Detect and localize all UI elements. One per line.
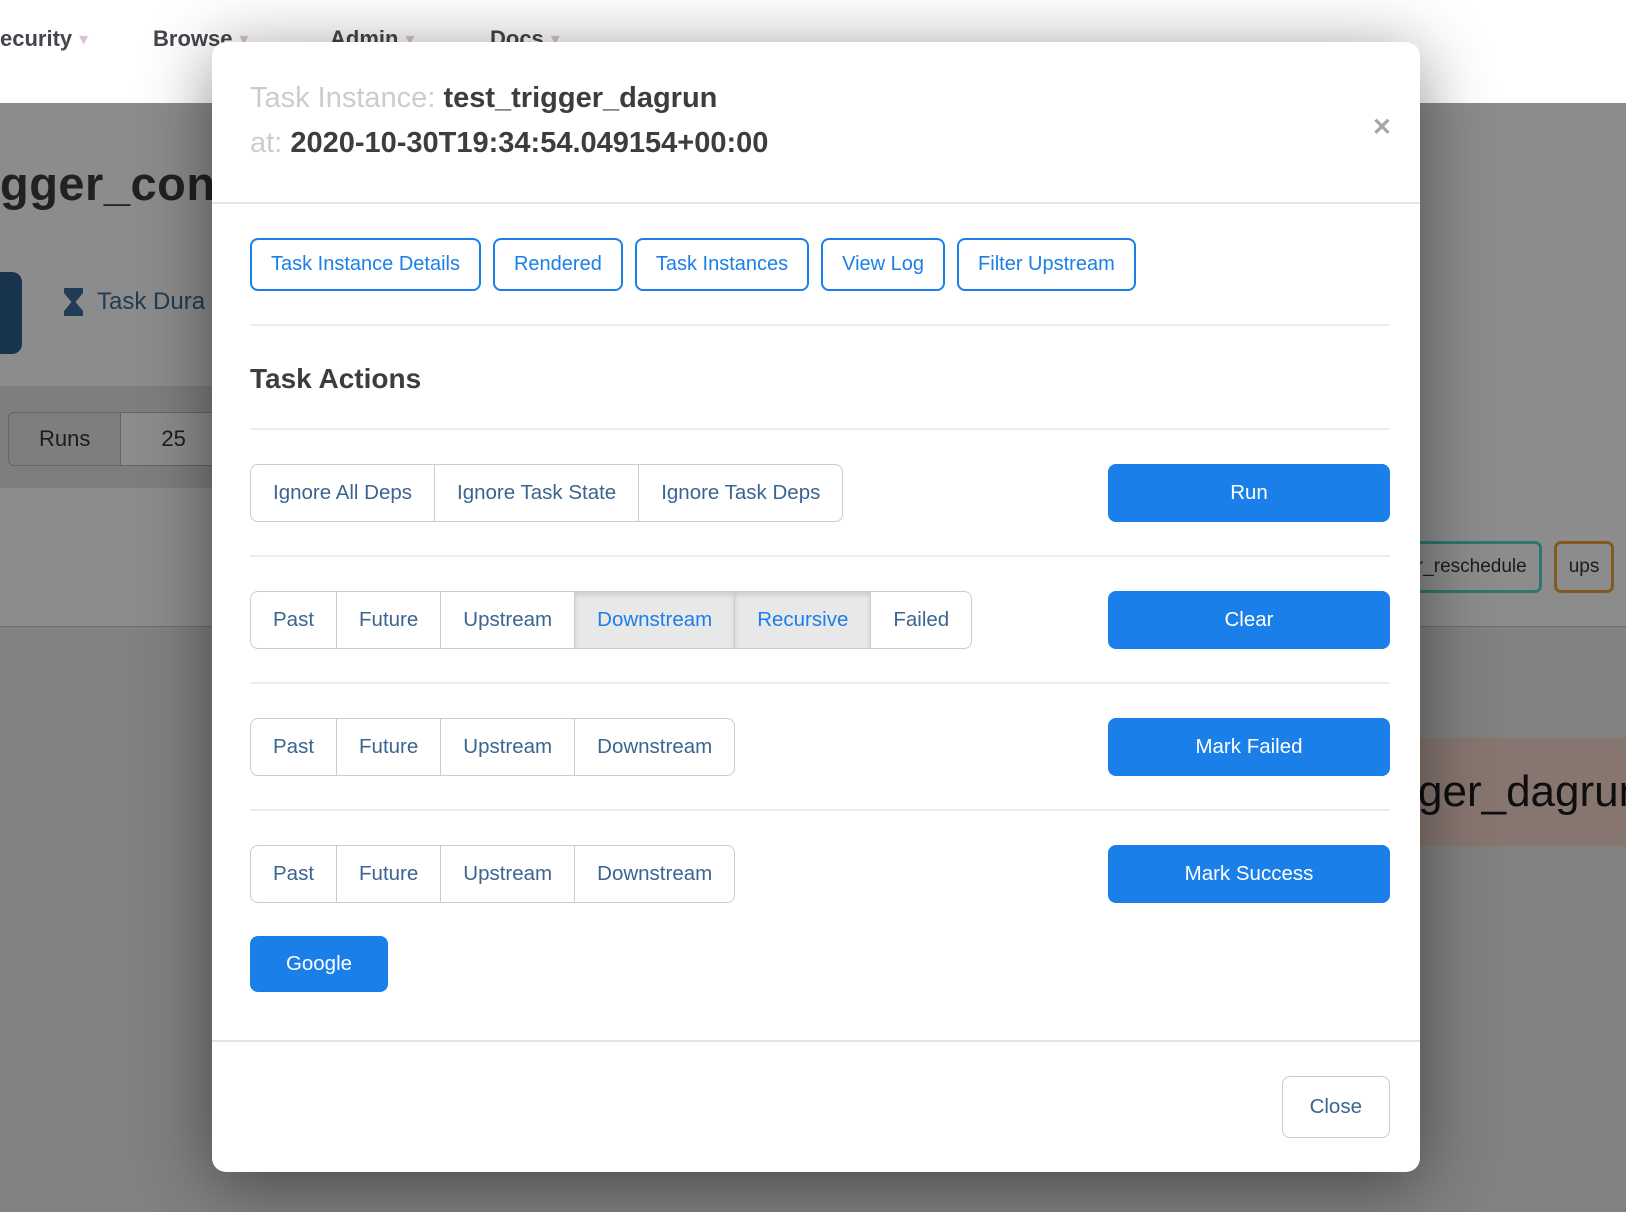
- option-downstream[interactable]: Downstream: [574, 718, 735, 776]
- screen: gger_cont Task Dura Runs 25 for_reschedu…: [0, 0, 1626, 1212]
- option-upstream[interactable]: Upstream: [440, 845, 575, 903]
- nav-item-label: ecurity: [0, 26, 72, 52]
- option-past[interactable]: Past: [250, 845, 337, 903]
- option-recursive[interactable]: Recursive: [734, 591, 871, 649]
- clear-button[interactable]: Clear: [1108, 591, 1390, 649]
- modal-title-prefix: Task Instance:: [250, 82, 435, 114]
- row-divider: [250, 555, 1390, 557]
- option-downstream[interactable]: Downstream: [574, 845, 735, 903]
- modal-title-line2: at: 2020-10-30T19:34:54.049154+00:00: [250, 121, 1382, 166]
- option-downstream[interactable]: Downstream: [574, 591, 735, 649]
- chevron-down-icon: ▾: [79, 29, 88, 50]
- task-instance-modal: Task Instance: test_trigger_dagrun at: 2…: [212, 42, 1420, 1172]
- header-divider: [212, 202, 1420, 204]
- modal-at-prefix: at:: [250, 127, 282, 159]
- option-button-group: PastFutureUpstreamDownstreamRecursiveFai…: [250, 591, 972, 649]
- nav-item-ecurity[interactable]: ecurity ▾: [0, 26, 88, 52]
- option-button-group: PastFutureUpstreamDownstream: [250, 718, 735, 776]
- action-row-run: Ignore All DepsIgnore Task StateIgnore T…: [250, 464, 1390, 522]
- option-button-group: Ignore All DepsIgnore Task StateIgnore T…: [250, 464, 843, 522]
- action-row-mark-failed: PastFutureUpstreamDownstream Mark Failed: [250, 718, 1390, 776]
- task-instances-button[interactable]: Task Instances: [635, 238, 809, 291]
- option-past[interactable]: Past: [250, 718, 337, 776]
- view-log-button[interactable]: View Log: [821, 238, 945, 291]
- modal-header: Task Instance: test_trigger_dagrun at: 2…: [212, 42, 1420, 166]
- detail-buttons-row: Task Instance DetailsRenderedTask Instan…: [250, 238, 1390, 291]
- modal-title-line1: Task Instance: test_trigger_dagrun: [250, 76, 1382, 121]
- row-divider: [250, 428, 1390, 430]
- google-button[interactable]: Google: [250, 936, 388, 992]
- mark-success-button[interactable]: Mark Success: [1108, 845, 1390, 903]
- option-upstream[interactable]: Upstream: [440, 591, 575, 649]
- option-future[interactable]: Future: [336, 845, 441, 903]
- action-row-mark-success: PastFutureUpstreamDownstream Mark Success: [250, 845, 1390, 903]
- option-button-group: PastFutureUpstreamDownstream: [250, 845, 735, 903]
- modal-body: Task Instance DetailsRenderedTask Instan…: [212, 238, 1420, 992]
- option-ignore-task-state[interactable]: Ignore Task State: [434, 464, 639, 522]
- close-button[interactable]: Close: [1282, 1076, 1390, 1138]
- mark-failed-button[interactable]: Mark Failed: [1108, 718, 1390, 776]
- task-actions-heading: Task Actions: [250, 363, 1390, 395]
- option-failed[interactable]: Failed: [870, 591, 972, 649]
- task-instance-details-button[interactable]: Task Instance Details: [250, 238, 481, 291]
- modal-footer: Close: [212, 1040, 1420, 1172]
- option-upstream[interactable]: Upstream: [440, 718, 575, 776]
- option-ignore-task-deps[interactable]: Ignore Task Deps: [638, 464, 843, 522]
- option-past[interactable]: Past: [250, 591, 337, 649]
- option-ignore-all-deps[interactable]: Ignore All Deps: [250, 464, 435, 522]
- option-future[interactable]: Future: [336, 591, 441, 649]
- filter-upstream-button[interactable]: Filter Upstream: [957, 238, 1136, 291]
- rendered-button[interactable]: Rendered: [493, 238, 623, 291]
- run-button[interactable]: Run: [1108, 464, 1390, 522]
- execution-timestamp: 2020-10-30T19:34:54.049154+00:00: [290, 127, 768, 159]
- action-row-clear: PastFutureUpstreamDownstreamRecursiveFai…: [250, 591, 1390, 649]
- option-future[interactable]: Future: [336, 718, 441, 776]
- row-divider: [250, 682, 1390, 684]
- row-divider: [250, 809, 1390, 811]
- action-rows: Ignore All DepsIgnore Task StateIgnore T…: [250, 428, 1390, 903]
- task-name: test_trigger_dagrun: [443, 82, 717, 114]
- section-divider: [250, 324, 1390, 326]
- close-icon[interactable]: ✕: [1372, 116, 1392, 140]
